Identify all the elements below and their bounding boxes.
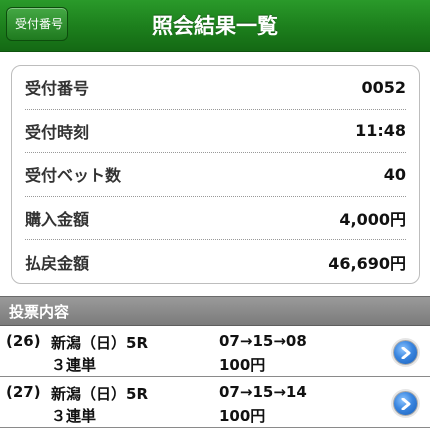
summary-value: 46,690円 <box>328 254 406 274</box>
list-item[interactable]: (27) 新潟（日）5R ３連単 07→15→14 100円 <box>0 377 430 428</box>
summary-label: 購入金額 <box>25 210 90 230</box>
summary-label: 受付ベット数 <box>25 166 122 186</box>
page-title: 照会結果一覧 <box>152 14 278 38</box>
bet-combination: 07→15→14 <box>219 383 307 401</box>
summary-row-bet-count: 受付ベット数 40 <box>25 153 406 197</box>
bet-amount: 100円 <box>219 407 266 425</box>
summary-label: 払戻金額 <box>25 254 90 274</box>
summary-label: 受付番号 <box>25 79 90 99</box>
race-name: 新潟（日）5R <box>51 385 148 403</box>
vote-number: (26) <box>6 332 41 350</box>
section-header-vote-contents: 投票内容 <box>0 296 430 326</box>
bet-type: ３連単 <box>51 356 97 374</box>
list-item[interactable]: (26) 新潟（日）5R ３連単 07→15→08 100円 <box>0 326 430 377</box>
bet-type: ３連単 <box>51 407 97 425</box>
vote-list: (26) 新潟（日）5R ３連単 07→15→08 100円 (27) 新潟（日… <box>0 326 430 428</box>
summary-value: 0052 <box>361 77 406 97</box>
summary-row-payout-amount: 払戻金額 46,690円 <box>25 240 406 284</box>
bet-amount: 100円 <box>219 356 266 374</box>
header-bar: 受付番号 照会結果一覧 <box>0 0 430 52</box>
summary-row-purchase-amount: 購入金額 4,000円 <box>25 197 406 241</box>
summary-value: 4,000円 <box>339 210 406 230</box>
summary-label: 受付時刻 <box>25 122 90 142</box>
vote-number: (27) <box>6 383 41 401</box>
bet-combination: 07→15→08 <box>219 332 307 350</box>
summary-row-receipt-time: 受付時刻 11:48 <box>25 110 406 154</box>
summary-value: 40 <box>383 164 406 184</box>
chevron-right-icon[interactable] <box>393 340 418 365</box>
summary-row-receipt-number: 受付番号 0052 <box>25 66 406 110</box>
summary-card: 受付番号 0052 受付時刻 11:48 受付ベット数 40 購入金額 4,00… <box>11 65 420 284</box>
chevron-right-icon[interactable] <box>393 391 418 416</box>
summary-value: 11:48 <box>355 121 406 141</box>
race-name: 新潟（日）5R <box>51 334 148 352</box>
